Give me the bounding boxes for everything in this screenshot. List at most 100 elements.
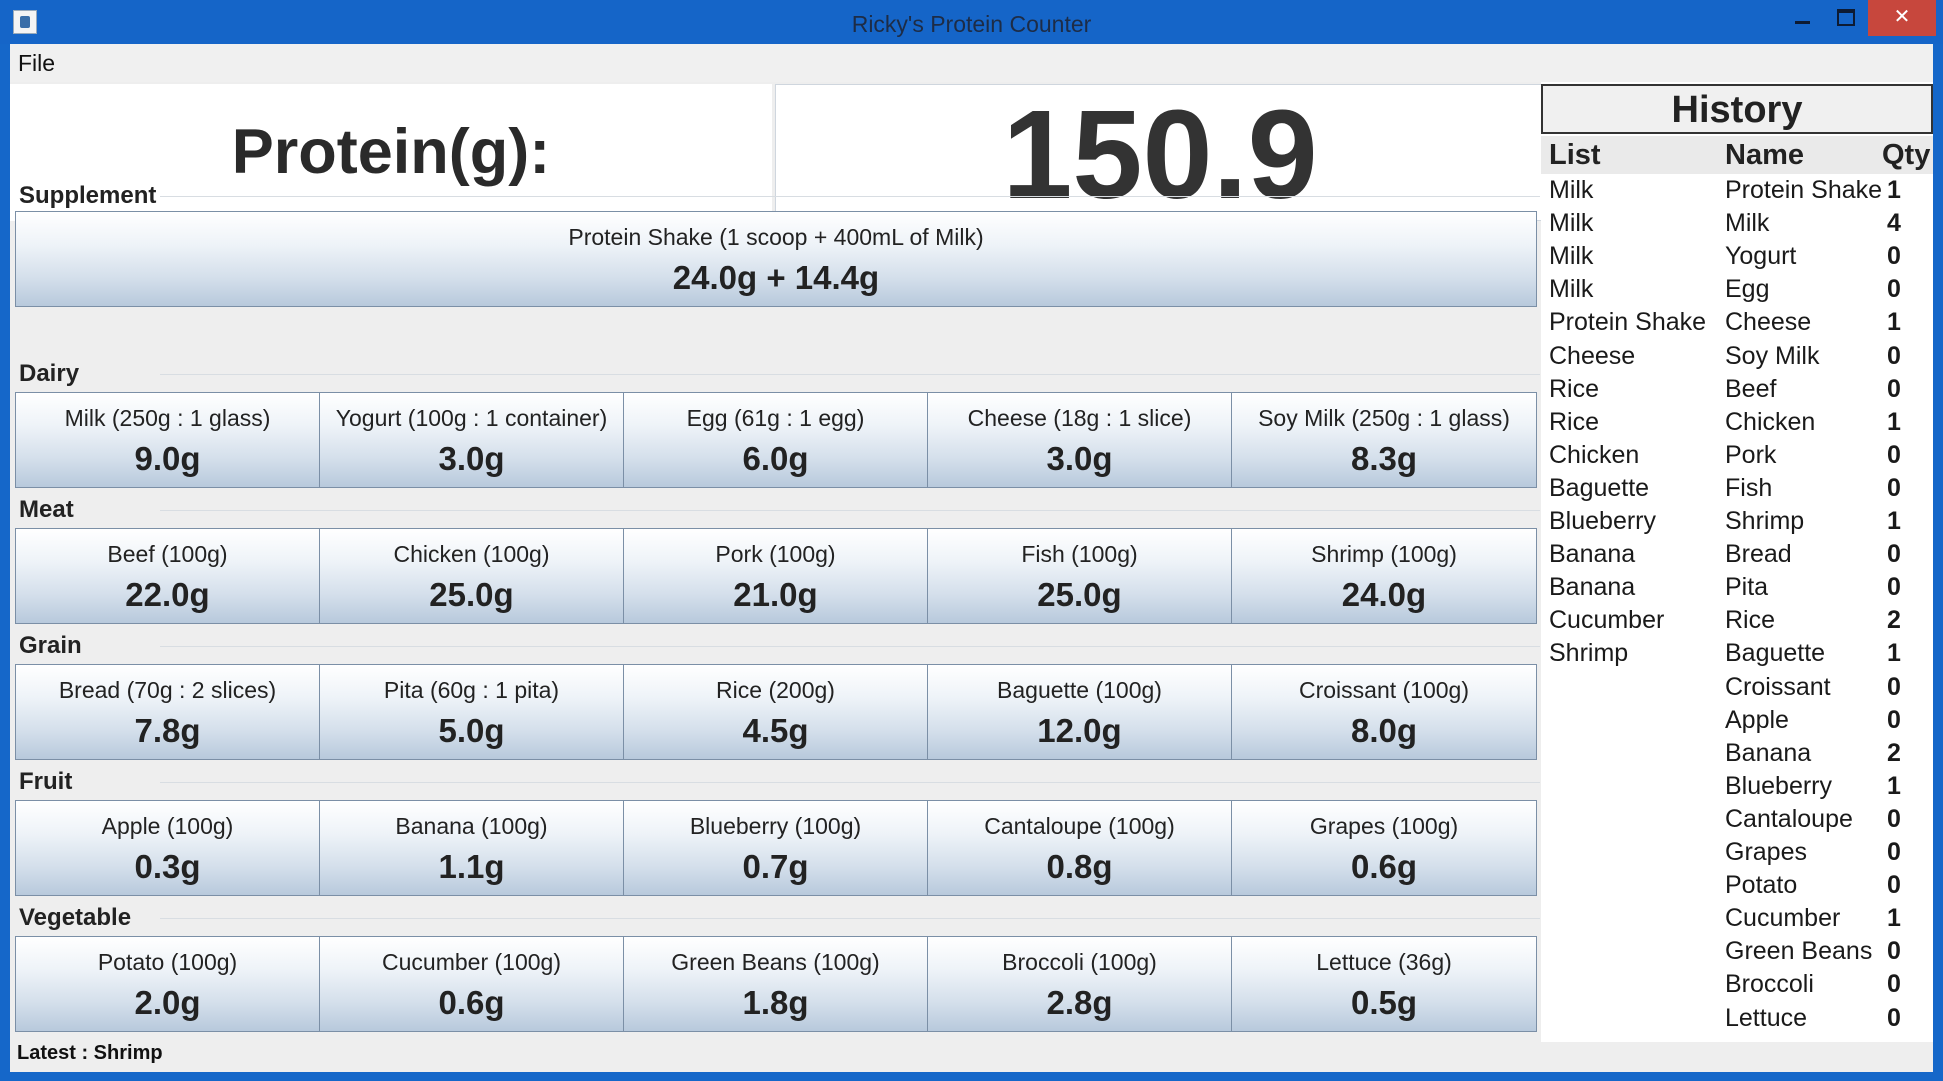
history-name-cell: Cheese (1725, 308, 1812, 337)
food-button-lettuce[interactable]: Lettuce (36g) 0.5g (1231, 936, 1537, 1032)
food-button-fish[interactable]: Fish (100g) 25.0g (927, 528, 1232, 624)
food-button-protein-shake[interactable]: Protein Shake (1 scoop + 400mL of Milk) … (15, 211, 1537, 307)
food-label: Soy Milk (250g : 1 glass) (1258, 405, 1510, 431)
food-protein: 5.0g (438, 712, 505, 749)
history-row[interactable]: Baguette Fish 0 (1541, 474, 1933, 507)
food-protein: 24.0g + 14.4g (672, 259, 880, 296)
history-row[interactable]: Grapes 0 (1541, 838, 1933, 871)
history-row[interactable]: Blueberry Shrimp 1 (1541, 507, 1933, 540)
food-button-beef[interactable]: Beef (100g) 22.0g (15, 528, 320, 624)
history-qty-cell: 0 (1887, 1003, 1901, 1032)
history-row[interactable]: Apple 0 (1541, 706, 1933, 739)
history-row[interactable]: Banana Pita 0 (1541, 573, 1933, 606)
history-name-cell: Apple (1725, 705, 1789, 734)
food-button-apple[interactable]: Apple (100g) 0.3g (15, 800, 320, 896)
food-protein: 3.0g (1046, 440, 1113, 477)
column-header-name[interactable]: Name (1725, 139, 1804, 172)
food-button-potato[interactable]: Potato (100g) 2.0g (15, 936, 320, 1032)
food-protein: 0.5g (1350, 984, 1418, 1021)
window-title: Ricky's Protein Counter (851, 11, 1092, 37)
menu-file[interactable]: File (18, 50, 55, 77)
food-protein: 1.1g (438, 848, 505, 885)
food-label: Yogurt (100g : 1 container) (335, 405, 608, 431)
history-row[interactable]: Cantaloupe 0 (1541, 805, 1933, 838)
food-button-croissant[interactable]: Croissant (100g) 8.0g (1231, 664, 1537, 760)
food-button-baguette[interactable]: Baguette (100g) 12.0g (927, 664, 1232, 760)
history-name-cell: Green Beans (1725, 937, 1873, 966)
food-label: Cheese (18g : 1 slice) (967, 405, 1192, 431)
history-row[interactable]: Shrimp Baguette 1 (1541, 639, 1933, 672)
history-row[interactable]: Milk Egg 0 (1541, 275, 1933, 308)
food-button-shrimp[interactable]: Shrimp (100g) 24.0g (1231, 528, 1537, 624)
history-name-cell: Cucumber (1725, 904, 1841, 933)
section-divider (160, 646, 1540, 647)
food-button-pita[interactable]: Pita (60g : 1 pita) 5.0g (319, 664, 624, 760)
history-title: History (1541, 84, 1933, 134)
history-row[interactable]: Rice Chicken 1 (1541, 408, 1933, 441)
food-button-soy-milk[interactable]: Soy Milk (250g : 1 glass) 8.3g (1231, 392, 1537, 488)
history-row[interactable]: Potato 0 (1541, 871, 1933, 904)
food-button-cheese[interactable]: Cheese (18g : 1 slice) 3.0g (927, 392, 1232, 488)
food-label: Croissant (100g) (1298, 677, 1470, 703)
history-row[interactable]: Lettuce 0 (1541, 1004, 1933, 1037)
history-qty-cell: 2 (1887, 738, 1901, 767)
supplement-row: Protein Shake (1 scoop + 400mL of Milk) … (15, 211, 1537, 307)
history-list-cell: Rice (1549, 374, 1600, 403)
history-list-cell: Chicken (1549, 440, 1640, 469)
section-title-dairy: Dairy (19, 360, 80, 387)
history-row[interactable]: Cucumber 1 (1541, 904, 1933, 937)
history-row[interactable]: Cheese Soy Milk 0 (1541, 342, 1933, 375)
history-name-cell: Egg (1725, 275, 1770, 304)
history-row[interactable]: Milk Yogurt 0 (1541, 242, 1933, 275)
history-row[interactable]: Milk Protein Shake 1 (1541, 176, 1933, 209)
food-label: Blueberry (100g) (689, 813, 862, 839)
food-button-green-beans[interactable]: Green Beans (100g) 1.8g (623, 936, 928, 1032)
history-row[interactable]: Croissant 0 (1541, 673, 1933, 706)
section-divider (160, 782, 1540, 783)
column-header-list[interactable]: List (1549, 139, 1601, 172)
minimize-button[interactable] (1780, 0, 1824, 36)
food-button-chicken[interactable]: Chicken (100g) 25.0g (319, 528, 624, 624)
food-protein: 2.8g (1046, 984, 1113, 1021)
history-row[interactable]: Banana 2 (1541, 739, 1933, 772)
food-button-egg[interactable]: Egg (61g : 1 egg) 6.0g (623, 392, 928, 488)
history-qty-cell: 0 (1887, 440, 1901, 469)
history-name-cell: Pork (1725, 440, 1777, 469)
food-button-cantaloupe[interactable]: Cantaloupe (100g) 0.8g (927, 800, 1232, 896)
food-button-rice[interactable]: Rice (200g) 4.5g (623, 664, 928, 760)
history-row[interactable]: Cucumber Rice 2 (1541, 606, 1933, 639)
history-name-cell: Blueberry (1725, 771, 1832, 800)
food-label: Cantaloupe (100g) (984, 813, 1175, 839)
food-label: Pita (60g : 1 pita) (383, 677, 560, 703)
history-name-cell: Baguette (1725, 639, 1826, 668)
fruit-row: Apple (100g) 0.3g Banana (100g) 1.1g Blu… (15, 800, 1537, 896)
history-row[interactable]: Blueberry 1 (1541, 772, 1933, 805)
column-header-qty[interactable]: Qty (1882, 139, 1930, 172)
food-button-yogurt[interactable]: Yogurt (100g : 1 container) 3.0g (319, 392, 624, 488)
food-button-pork[interactable]: Pork (100g) 21.0g (623, 528, 928, 624)
history-name-cell: Beef (1725, 374, 1777, 403)
food-button-banana[interactable]: Banana (100g) 1.1g (319, 800, 624, 896)
food-button-bread[interactable]: Bread (70g : 2 slices) 7.8g (15, 664, 320, 760)
history-row[interactable]: Banana Bread 0 (1541, 540, 1933, 573)
food-button-cucumber[interactable]: Cucumber (100g) 0.6g (319, 936, 624, 1032)
history-qty-cell: 0 (1887, 705, 1901, 734)
food-protein: 24.0g (1341, 576, 1427, 613)
history-row[interactable]: Rice Beef 0 (1541, 375, 1933, 408)
history-row[interactable]: Chicken Pork 0 (1541, 441, 1933, 474)
history-name-cell: Shrimp (1725, 507, 1805, 535)
close-button[interactable]: ✕ (1868, 0, 1936, 36)
history-qty-cell: 0 (1887, 374, 1901, 403)
history-row[interactable]: Milk Milk 4 (1541, 209, 1933, 242)
history-list-cell: Milk (1549, 209, 1594, 238)
maximize-button[interactable] (1824, 0, 1868, 36)
food-label: Grapes (100g) (1309, 813, 1459, 839)
food-button-grapes[interactable]: Grapes (100g) 0.6g (1231, 800, 1537, 896)
food-button-blueberry[interactable]: Blueberry (100g) 0.7g (623, 800, 928, 896)
food-button-milk[interactable]: Milk (250g : 1 glass) 9.0g (15, 392, 320, 488)
history-row[interactable]: Green Beans 0 (1541, 937, 1933, 970)
food-button-broccoli[interactable]: Broccoli (100g) 2.8g (927, 936, 1232, 1032)
history-row[interactable]: Broccoli 0 (1541, 970, 1933, 1003)
history-name-cell: Bread (1725, 540, 1792, 569)
history-row[interactable]: Protein Shake Cheese 1 (1541, 308, 1933, 341)
